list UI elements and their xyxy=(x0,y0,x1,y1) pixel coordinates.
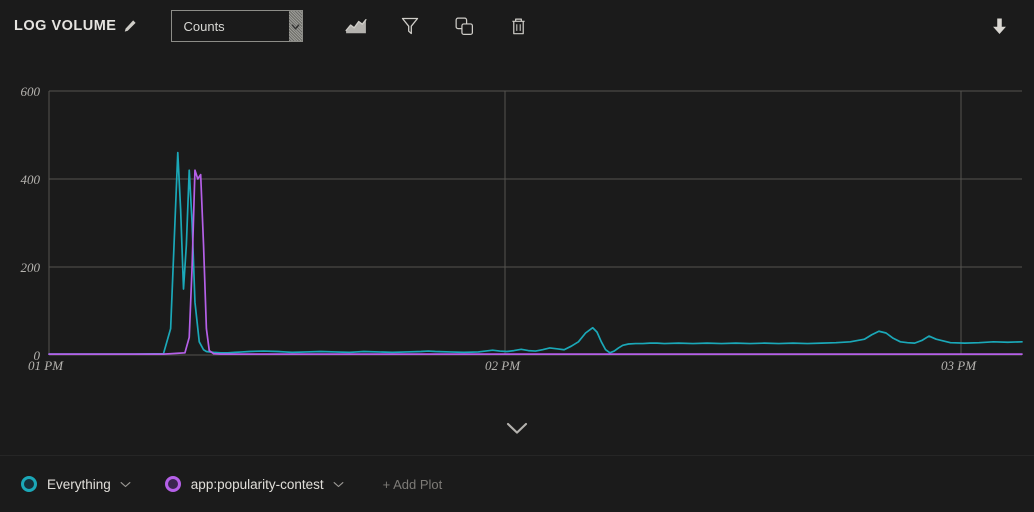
chevron-down-icon[interactable] xyxy=(333,481,344,488)
page-title: LOG VOLUME xyxy=(14,18,117,34)
chart-canvas[interactable]: 600 400 200 0 01 PM 02 PM 03 PM xyxy=(0,52,1034,392)
legend-item-everything[interactable]: Everything xyxy=(21,476,131,492)
toolbar-icon-group xyxy=(343,13,531,39)
legend-label-app-popularity-contest: app:popularity-contest xyxy=(190,476,324,492)
log-volume-panel: LOG VOLUME Counts 600 400 200 0 01 PM 02… xyxy=(0,0,1034,511)
pencil-icon[interactable] xyxy=(123,19,137,33)
panel-toolbar: LOG VOLUME Counts xyxy=(0,0,1034,52)
metric-select-spinner[interactable] xyxy=(289,11,303,41)
legend-item-app-popularity-contest[interactable]: app:popularity-contest xyxy=(164,476,344,492)
duplicate-icon[interactable] xyxy=(451,13,477,39)
y-tick-400: 400 xyxy=(21,172,41,187)
x-tick-02pm: 02 PM xyxy=(485,358,521,373)
area-chart-icon[interactable] xyxy=(343,13,369,39)
x-tick-01pm: 01 PM xyxy=(28,358,64,373)
y-tick-200: 200 xyxy=(21,260,41,275)
chevron-down-icon[interactable] xyxy=(500,416,534,440)
download-arrow-icon[interactable] xyxy=(987,13,1011,39)
trash-icon[interactable] xyxy=(505,13,531,39)
metric-select-wrapper: Counts xyxy=(171,10,304,42)
filter-icon[interactable] xyxy=(397,13,423,39)
y-tick-600: 600 xyxy=(21,84,41,99)
chart-series xyxy=(48,151,1023,355)
x-axis-labels: 01 PM 02 PM 03 PM xyxy=(28,358,977,373)
legend-color-dot-app-popularity-contest xyxy=(164,476,181,492)
metric-select[interactable]: Counts xyxy=(171,10,304,42)
y-axis-labels: 600 400 200 0 xyxy=(21,84,41,363)
legend-label-everything: Everything xyxy=(47,476,111,492)
legend-color-dot-everything xyxy=(21,476,37,492)
legend-bar: Everything app:popularity-contest + Add … xyxy=(0,455,1034,512)
add-plot-button[interactable]: + Add Plot xyxy=(383,477,443,492)
expand-row xyxy=(0,408,1034,448)
x-tick-03pm: 03 PM xyxy=(941,358,977,373)
series-line-app-popularity-contest xyxy=(48,169,1023,355)
chart-gridlines xyxy=(48,90,1022,356)
metric-select-value: Counts xyxy=(183,18,225,34)
log-volume-chart: 600 400 200 0 01 PM 02 PM 03 PM xyxy=(0,52,1034,392)
chevron-down-icon[interactable] xyxy=(120,481,131,488)
